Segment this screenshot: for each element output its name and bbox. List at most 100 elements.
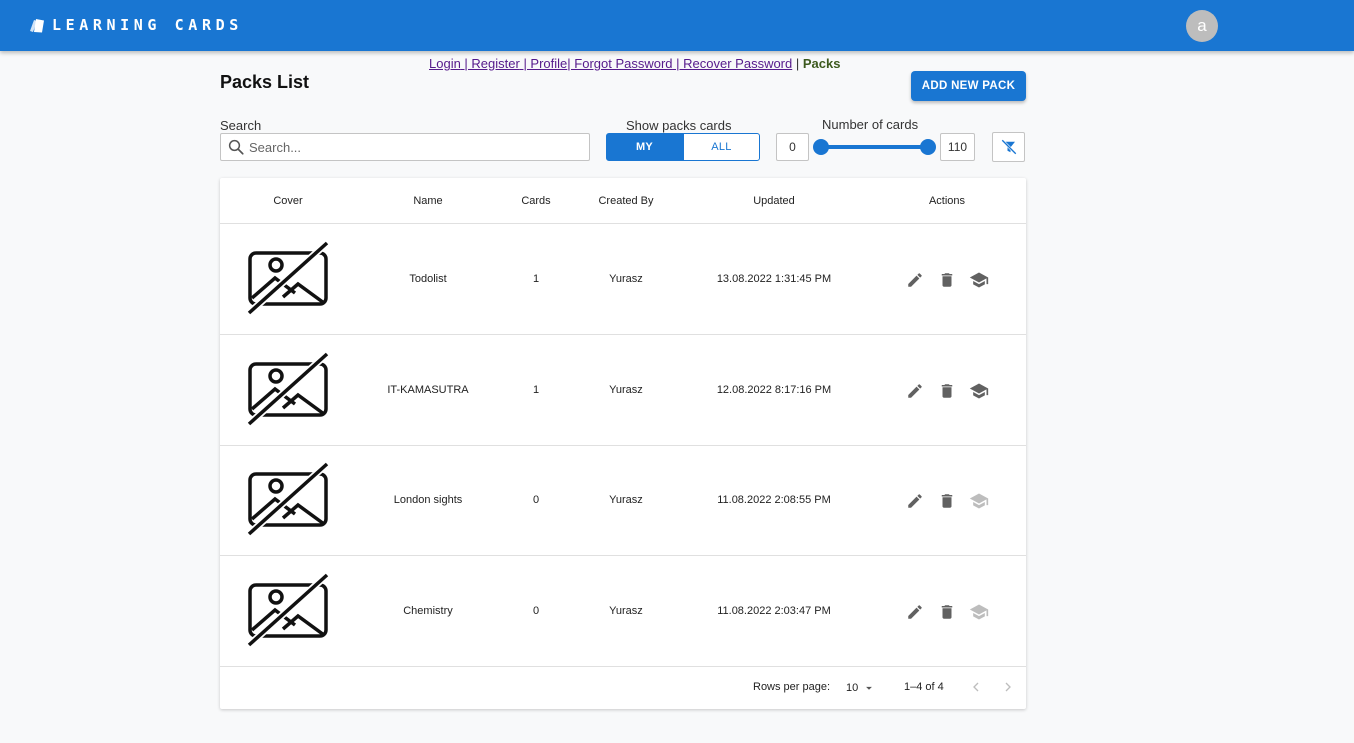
pack-cover bbox=[246, 461, 330, 541]
rows-per-page-label: Rows per page: bbox=[753, 681, 831, 693]
pack-created-by: Yurasz bbox=[609, 494, 643, 506]
logo[interactable]: LEARNING CARDS bbox=[28, 16, 243, 34]
rows-per-page-select[interactable]: 10 bbox=[846, 681, 876, 695]
learn-pack-button[interactable] bbox=[969, 270, 989, 290]
pack-name[interactable]: IT-KAMASUTRA bbox=[368, 335, 488, 445]
slider-max-thumb[interactable] bbox=[920, 139, 936, 155]
table-pagination: Rows per page: 10 1–4 of 4 bbox=[220, 666, 1026, 708]
nav-login-link[interactable]: Login bbox=[429, 56, 461, 71]
nav-links: Login | Register | Profile| Forgot Passw… bbox=[429, 56, 840, 71]
nav-separator: | bbox=[792, 56, 803, 71]
header-updated[interactable]: Updated bbox=[714, 178, 834, 223]
delete-pack-button[interactable] bbox=[937, 491, 957, 511]
header-created-by[interactable]: Created By bbox=[586, 178, 666, 223]
nav-packs-link[interactable]: Packs bbox=[803, 56, 841, 71]
pencil-icon bbox=[908, 383, 922, 398]
nav-profile-link[interactable]: | Profile bbox=[520, 56, 567, 71]
edit-pack-button[interactable] bbox=[905, 270, 925, 290]
page-title: Packs List bbox=[220, 72, 310, 92]
number-of-cards-label: Number of cards bbox=[822, 117, 919, 132]
no-image-icon bbox=[246, 461, 330, 537]
graduation-cap-icon bbox=[969, 272, 989, 288]
slider-min-thumb[interactable] bbox=[813, 139, 829, 155]
no-image-icon bbox=[246, 350, 330, 427]
pencil-icon bbox=[908, 494, 922, 508]
learn-pack-button[interactable] bbox=[969, 491, 989, 511]
pack-cover bbox=[246, 571, 330, 652]
pencil-icon bbox=[908, 604, 922, 619]
trash-icon bbox=[941, 383, 953, 398]
no-image-icon bbox=[246, 571, 330, 648]
show-my-button[interactable]: MY bbox=[606, 133, 683, 161]
cards-logo-icon bbox=[30, 19, 44, 33]
trash-icon bbox=[941, 494, 953, 508]
cards-range-slider[interactable] bbox=[821, 145, 928, 149]
trash-icon bbox=[941, 273, 953, 287]
pack-name[interactable]: London sights bbox=[368, 445, 488, 555]
chevron-left-icon bbox=[973, 682, 979, 692]
search-label: Search bbox=[220, 118, 262, 133]
edit-pack-button[interactable] bbox=[905, 381, 925, 401]
pack-name[interactable]: Todolist bbox=[368, 224, 488, 334]
pack-cards-count: 1 bbox=[532, 383, 540, 396]
cards-min-value: 0 bbox=[776, 133, 809, 161]
rows-per-page-value: 10 bbox=[846, 682, 859, 694]
nav-forgot-password-link[interactable]: | Forgot Password bbox=[567, 56, 672, 71]
pack-cover bbox=[246, 350, 330, 431]
header-cover[interactable]: Cover bbox=[248, 178, 328, 223]
trash-icon bbox=[941, 604, 953, 619]
header-actions: Actions bbox=[928, 194, 966, 207]
pack-cards-count: 1 bbox=[532, 273, 540, 285]
delete-pack-button[interactable] bbox=[937, 602, 957, 622]
pack-updated: 11.08.2022 2:08:55 PM bbox=[717, 494, 831, 506]
clear-filter-button[interactable] bbox=[992, 132, 1025, 162]
caret-down-icon bbox=[866, 686, 873, 690]
add-new-pack-button[interactable]: ADD NEW PACK bbox=[911, 71, 1026, 101]
pack-updated: 12.08.2022 8:17:16 PM bbox=[716, 383, 832, 396]
show-packs-toggle: MY ALL bbox=[606, 133, 760, 161]
show-all-button[interactable]: ALL bbox=[683, 133, 760, 161]
filter-off-icon bbox=[1000, 139, 1017, 155]
next-page-button[interactable] bbox=[999, 678, 1017, 696]
table-row: IT-KAMASUTRA 1 Yurasz 12.08.2022 8:17:16 PM bbox=[220, 335, 1026, 445]
pack-created-by: Yurasz bbox=[609, 273, 643, 285]
cards-max-value: 110 bbox=[940, 133, 975, 161]
nav-recover-password-link[interactable]: | Recover Password bbox=[673, 56, 792, 71]
chevron-right-icon bbox=[1005, 682, 1011, 692]
graduation-cap-icon bbox=[969, 383, 989, 398]
app-title: LEARNING CARDS bbox=[52, 16, 243, 34]
graduation-cap-icon bbox=[969, 604, 989, 619]
avatar[interactable]: a bbox=[1186, 10, 1218, 42]
no-image-icon bbox=[246, 240, 330, 316]
nav-register-link[interactable]: | Register bbox=[461, 56, 519, 71]
edit-pack-button[interactable] bbox=[905, 602, 925, 622]
learn-pack-button[interactable] bbox=[969, 381, 989, 401]
pack-created-by: Yurasz bbox=[609, 383, 643, 396]
search-field[interactable] bbox=[220, 133, 590, 161]
pack-cards-count: 0 bbox=[532, 604, 540, 617]
pack-cover bbox=[246, 240, 330, 320]
delete-pack-button[interactable] bbox=[937, 381, 957, 401]
app-bar: LEARNING CARDS a bbox=[0, 0, 1354, 51]
table-row: London sights 0 Yurasz 11.08.2022 2:08:55 P… bbox=[220, 445, 1026, 555]
header-cards[interactable]: Cards bbox=[506, 178, 566, 223]
packs-table: Cover Name Cards Created By Updated Acti… bbox=[220, 178, 1026, 709]
learn-pack-button[interactable] bbox=[969, 602, 989, 622]
pack-updated: 13.08.2022 1:31:45 PM bbox=[716, 273, 832, 285]
header-name[interactable]: Name bbox=[388, 178, 468, 223]
pack-cards-count: 0 bbox=[532, 494, 540, 506]
pack-name[interactable]: Chemistry bbox=[368, 556, 488, 666]
delete-pack-button[interactable] bbox=[937, 270, 957, 290]
show-packs-label: Show packs cards bbox=[626, 118, 732, 133]
table-row: Chemistry 0 Yurasz 11.08.2022 2:03:47 PM bbox=[220, 556, 1026, 666]
pagination-range: 1–4 of 4 bbox=[904, 681, 944, 693]
search-icon bbox=[227, 138, 245, 156]
pack-created-by: Yurasz bbox=[609, 604, 643, 617]
pencil-icon bbox=[908, 273, 922, 287]
table-row: Todolist 1 Yurasz 13.08.2022 1:31:45 PM bbox=[220, 224, 1026, 334]
graduation-cap-icon bbox=[969, 493, 989, 509]
search-input[interactable] bbox=[249, 139, 569, 155]
edit-pack-button[interactable] bbox=[905, 491, 925, 511]
previous-page-button[interactable] bbox=[967, 678, 985, 696]
pack-updated: 11.08.2022 2:03:47 PM bbox=[717, 604, 831, 617]
